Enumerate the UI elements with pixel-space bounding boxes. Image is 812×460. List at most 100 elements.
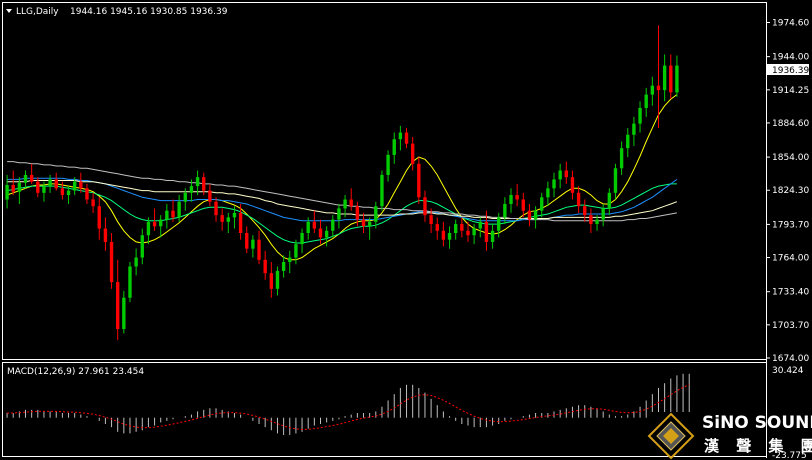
candle	[589, 208, 593, 233]
candle	[398, 125, 403, 151]
candle-body	[343, 199, 347, 209]
candle	[48, 174, 52, 193]
candle	[134, 248, 138, 276]
candle	[380, 170, 384, 211]
candle	[109, 232, 114, 289]
price-tick-label: 1733.40	[772, 288, 809, 298]
candle	[220, 208, 224, 231]
candle-body	[36, 181, 40, 193]
candle-body	[644, 94, 648, 108]
candle	[128, 262, 132, 303]
candle	[5, 174, 9, 209]
candle-body	[42, 186, 46, 193]
candle	[497, 212, 501, 238]
candle	[564, 161, 568, 184]
candle	[245, 226, 249, 254]
candle-body	[281, 262, 286, 271]
ohlc-values: 1944.16 1945.16 1930.85 1936.39	[70, 7, 228, 17]
candle-body	[583, 206, 587, 216]
candle	[122, 291, 126, 334]
candle	[509, 188, 513, 213]
macd-tick-label: 30.424	[772, 366, 804, 376]
candle-body	[312, 221, 317, 229]
candle-body	[202, 177, 206, 191]
candle	[226, 212, 230, 233]
candle-body	[349, 199, 353, 207]
candle-body	[662, 65, 667, 91]
candle-body	[177, 201, 181, 218]
candle-body	[152, 221, 157, 227]
candle	[570, 170, 575, 200]
candle	[626, 128, 630, 158]
candle-body	[146, 221, 151, 236]
candle	[583, 199, 587, 222]
price-tick-label: 1944.00	[772, 53, 809, 63]
candle-body	[509, 195, 513, 204]
candle-body	[546, 188, 550, 198]
candle	[79, 172, 83, 193]
price-tick-label: 1884.60	[772, 119, 809, 129]
candle-body	[97, 206, 101, 229]
candle-body	[183, 192, 187, 202]
candle-body	[632, 123, 636, 135]
candle	[54, 172, 58, 191]
candle	[669, 54, 673, 100]
candle	[214, 197, 218, 222]
candle-body	[17, 182, 22, 192]
candle-body	[576, 192, 581, 207]
candle-body	[165, 210, 169, 220]
price-tick-label: 1703.70	[772, 321, 809, 331]
candle	[546, 181, 550, 207]
candle-body	[66, 190, 71, 196]
candle	[361, 212, 366, 233]
candle-body	[533, 210, 538, 220]
candle-body	[540, 197, 544, 211]
logo-chinese: 漢 聲 集 團	[704, 437, 812, 455]
candle	[601, 203, 605, 227]
dropdown-triangle-icon[interactable]	[6, 9, 12, 13]
candle	[490, 224, 495, 249]
candle	[251, 235, 255, 258]
candle-body	[159, 219, 163, 227]
candle	[140, 228, 144, 265]
candle	[417, 157, 421, 204]
candle	[85, 183, 89, 204]
candle	[435, 217, 439, 240]
candle-body	[23, 174, 28, 183]
candle-body	[300, 232, 304, 245]
candle-body	[275, 270, 280, 289]
logo-name: SiNO SOUND	[702, 413, 812, 433]
candle-body	[417, 163, 421, 198]
candle	[644, 87, 648, 117]
candle	[447, 226, 452, 249]
candle-body	[472, 228, 476, 236]
candle-body	[404, 132, 409, 144]
moving-average-line-1	[6, 94, 678, 261]
candle	[632, 116, 636, 146]
candle-body	[503, 203, 507, 218]
candle	[11, 170, 15, 196]
candle-body	[208, 190, 212, 202]
candle-body	[91, 199, 95, 207]
price-tick-label: 1793.70	[772, 220, 809, 230]
candle	[337, 203, 341, 229]
moving-average-line-4	[7, 180, 678, 219]
candle-body	[306, 221, 310, 233]
candle-body	[103, 228, 108, 242]
candle	[159, 215, 163, 238]
candle	[23, 170, 28, 189]
candle-body	[11, 185, 15, 192]
candle	[275, 266, 280, 296]
candle-body	[410, 143, 415, 164]
candle-body	[607, 192, 612, 209]
candle	[613, 163, 618, 200]
candle-body	[257, 239, 261, 260]
candle	[638, 101, 642, 133]
candle-body	[478, 221, 482, 229]
moving-average-lines	[6, 94, 678, 261]
candle-body	[613, 168, 618, 193]
candle-body	[367, 221, 372, 227]
price-chart: 30.424-23.775 1974.601944.001914.251884.…	[2, 2, 812, 460]
candle-body	[374, 206, 378, 222]
price-tick-label: 1824.30	[772, 186, 809, 196]
